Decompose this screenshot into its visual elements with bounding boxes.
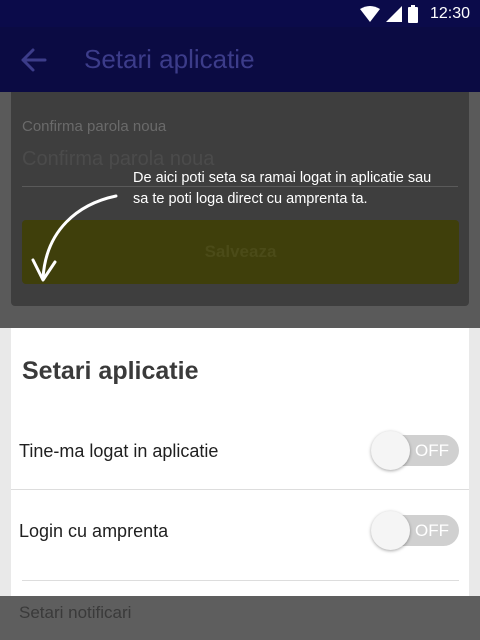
- tutorial-hint-text: De aici poti seta sa ramai logat in apli…: [133, 170, 432, 207]
- stay-logged-in-toggle[interactable]: OFF: [371, 431, 459, 470]
- status-time: 12:30: [429, 4, 470, 22]
- back-arrow-icon[interactable]: [18, 45, 48, 75]
- toggle-state: OFF: [415, 441, 449, 460]
- setting-label: Login cu amprenta: [19, 521, 169, 541]
- toggle-knob: [371, 511, 410, 550]
- curved-arrow-icon: [31, 194, 118, 282]
- setting-row-stay-logged-in: Tine-ma logat in aplicatie OFF: [11, 411, 469, 491]
- signal-icon: [385, 5, 402, 22]
- divider: [11, 489, 469, 490]
- confirm-password-label: Confirma parola noua: [22, 118, 167, 135]
- toggle-state: OFF: [415, 521, 449, 540]
- battery-icon: [407, 4, 418, 23]
- toggle-knob: [371, 431, 410, 470]
- app-bar: Setari aplicatie: [0, 27, 480, 92]
- section-title: Setari aplicatie: [22, 357, 199, 385]
- app-title: Setari aplicatie: [84, 44, 255, 74]
- setting-row-fingerprint-login: Login cu amprenta OFF: [11, 491, 469, 571]
- wifi-icon: [359, 5, 380, 22]
- save-button-label: Salveaza: [204, 242, 277, 261]
- fingerprint-login-toggle[interactable]: OFF: [371, 511, 459, 550]
- status-icons: 12:30: [359, 3, 470, 24]
- notification-settings-item[interactable]: Setari notificari: [19, 603, 131, 623]
- divider: [22, 580, 459, 581]
- setting-label: Tine-ma logat in aplicatie: [19, 441, 219, 461]
- status-bar: 12:30: [0, 0, 480, 27]
